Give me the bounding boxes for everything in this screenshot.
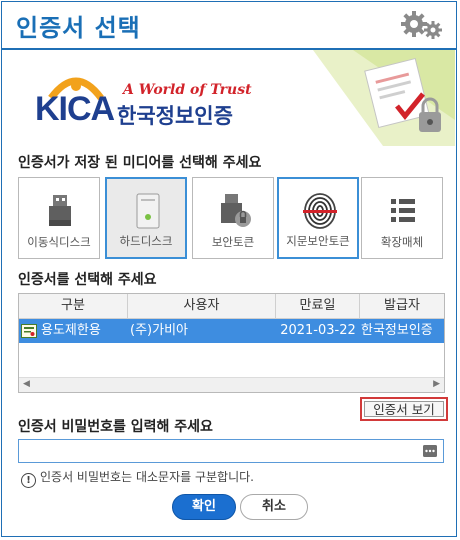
media-label: 보안토큰 bbox=[211, 235, 255, 249]
certificate-dialog: 인증서 선택 A World of Trust KICA 한국정보인증 인증서가… bbox=[1, 1, 457, 537]
column-header-issuer[interactable]: 발급자 bbox=[360, 294, 444, 318]
media-fingerprint-token[interactable]: 지문보안토큰 bbox=[277, 177, 359, 259]
cell-type: 용도제한용 bbox=[41, 323, 101, 338]
settings-gear-icon[interactable] bbox=[400, 10, 444, 40]
password-field[interactable] bbox=[18, 439, 444, 463]
virtual-keyboard-icon[interactable] bbox=[423, 445, 437, 457]
certificate-icon bbox=[21, 324, 37, 338]
password-heading: 인증서 비밀번호를 입력해 주세요 bbox=[18, 419, 213, 435]
media-hard-disk[interactable]: 하드디스크 bbox=[105, 177, 187, 259]
media-label: 지문보안토큰 bbox=[286, 234, 350, 248]
media-label: 이동식디스크 bbox=[27, 235, 91, 249]
brand-banner: A World of Trust KICA 한국정보인증 bbox=[3, 50, 455, 146]
hard-disk-icon bbox=[136, 193, 160, 229]
certificate-illustration-icon bbox=[313, 50, 455, 146]
security-token-icon bbox=[221, 194, 251, 227]
media-label: 하드디스크 bbox=[119, 234, 173, 248]
scroll-left-icon[interactable]: ◀ bbox=[23, 379, 30, 389]
ok-button[interactable]: 확인 bbox=[172, 494, 236, 520]
scroll-right-icon[interactable]: ▶ bbox=[433, 379, 440, 389]
info-icon: ! bbox=[21, 473, 36, 488]
cell-user: (주)가비아 bbox=[130, 323, 188, 338]
media-security-token[interactable]: 보안토큰 bbox=[192, 177, 274, 259]
column-header-type[interactable]: 구분 bbox=[19, 294, 128, 318]
cert-table: 구분 사용자 만료일 발급자 용도제한용 (주)가비아 2021-03-22 한… bbox=[18, 293, 445, 393]
view-certificate-button[interactable]: 인증서 보기 bbox=[360, 397, 448, 421]
logo-org-name: 한국정보인증 bbox=[117, 104, 233, 128]
table-row[interactable]: 용도제한용 (주)가비아 2021-03-22 한국정보인증 bbox=[19, 319, 444, 343]
fingerprint-icon bbox=[303, 193, 337, 229]
usb-drive-icon bbox=[49, 195, 71, 226]
media-usb-drive[interactable]: 이동식디스크 bbox=[18, 177, 100, 259]
column-header-user[interactable]: 사용자 bbox=[128, 294, 276, 318]
logo-tagline: A World of Trust bbox=[123, 82, 252, 98]
table-header: 구분 사용자 만료일 발급자 bbox=[19, 294, 444, 319]
column-header-expiry[interactable]: 만료일 bbox=[276, 294, 360, 318]
cert-heading: 인증서를 선택해 주세요 bbox=[18, 272, 157, 288]
dialog-title: 인증서 선택 bbox=[16, 14, 141, 42]
cell-issuer: 한국정보인증 bbox=[361, 323, 433, 338]
media-heading: 인증서가 저장 된 미디어를 선택해 주세요 bbox=[18, 155, 262, 171]
cell-expiry: 2021-03-22 bbox=[280, 323, 356, 338]
media-extended[interactable]: 확장매체 bbox=[361, 177, 443, 259]
password-hint-text: 인증서 비밀번호는 대소문자를 구분합니다. bbox=[40, 470, 254, 484]
list-icon bbox=[391, 199, 415, 222]
view-certificate-label: 인증서 보기 bbox=[364, 401, 444, 417]
cancel-button[interactable]: 취소 bbox=[240, 494, 308, 520]
title-bar: 인증서 선택 bbox=[2, 2, 456, 48]
password-hint: ! 인증서 비밀번호는 대소문자를 구분합니다. bbox=[21, 468, 254, 488]
logo-wordmark: KICA bbox=[35, 90, 115, 128]
horizontal-scrollbar[interactable]: ◀ ▶ bbox=[19, 377, 444, 392]
media-label: 확장매체 bbox=[380, 235, 424, 249]
